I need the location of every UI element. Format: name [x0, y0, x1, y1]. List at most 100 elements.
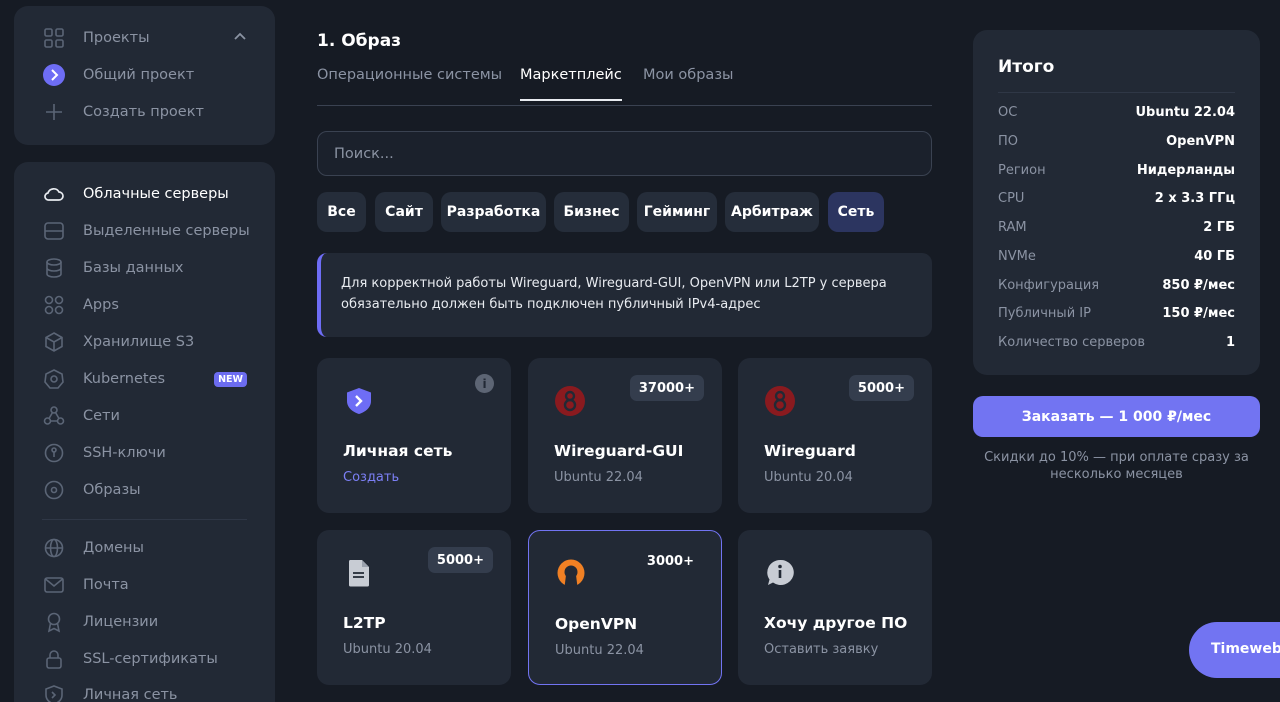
summary-value: 2 ГБ [1203, 219, 1235, 235]
sidebar-item-label: Базы данных [83, 260, 184, 276]
openvpn-icon [555, 558, 587, 590]
card-os: Ubuntu 22.04 [554, 470, 643, 485]
sidebar-item-label: Почта [83, 577, 129, 593]
chevron-up-icon[interactable] [233, 29, 247, 48]
project-current[interactable]: Общий проект [42, 61, 247, 89]
sidebar-item-ssl[interactable]: SSL-сертификаты [42, 645, 247, 673]
key-icon [42, 441, 66, 465]
sidebar-item-label: Образы [83, 482, 141, 498]
sidebar-item-databases[interactable]: Базы данных [42, 254, 247, 282]
summary-key: Регион [998, 162, 1046, 178]
sidebar-item-label: Выделенные серверы [83, 223, 250, 239]
new-badge: NEW [214, 371, 247, 387]
sidebar-item-s3[interactable]: Хранилище S3 [42, 328, 247, 356]
cloud-icon [42, 182, 66, 206]
tab-marketplace[interactable]: Маркетплейс [520, 67, 622, 101]
card-wireguard[interactable]: 5000+ Wireguard Ubuntu 20.04 [738, 358, 932, 513]
sidebar-item-networks[interactable]: Сети [42, 402, 247, 430]
sidebar-item-label: Лицензии [83, 614, 159, 630]
ipv4-notice: Для корректной работы Wireguard, Wiregua… [317, 253, 932, 337]
summary-key: NVMe [998, 248, 1036, 264]
sidebar-item-licenses[interactable]: Лицензии [42, 608, 247, 636]
summary-key: ПО [998, 133, 1019, 149]
project-current-label: Общий проект [83, 67, 195, 83]
card-openvpn[interactable]: 3000+ OpenVPN Ubuntu 22.04 [528, 530, 722, 685]
chip-business[interactable]: Бизнес [554, 192, 629, 232]
summary-row: ПО OpenVPN [998, 131, 1235, 151]
summary-row: ОС Ubuntu 22.04 [998, 102, 1235, 122]
sidebar-item-private-network[interactable]: Личная сеть [42, 681, 247, 702]
sidebar-item-kubernetes[interactable]: Kubernetes NEW [42, 365, 247, 393]
chip-all[interactable]: Все [317, 192, 366, 232]
summary-row: NVMe 40 ГБ [998, 246, 1235, 266]
order-button[interactable]: Заказать — 1 000 ₽/мес [973, 396, 1260, 437]
projects-header[interactable]: Проекты [42, 24, 247, 52]
card-wireguard-gui[interactable]: 37000+ Wireguard-GUI Ubuntu 22.04 [528, 358, 722, 513]
image-tabs: Операционные системы Маркетплейс Мои обр… [317, 64, 932, 106]
chip-development[interactable]: Разработка [441, 192, 546, 232]
chip-arbitrage[interactable]: Арбитраж [725, 192, 819, 232]
chip-site[interactable]: Сайт [375, 192, 433, 232]
search-input[interactable] [317, 131, 932, 176]
sidebar-item-images[interactable]: Образы [42, 476, 247, 504]
card-title: L2TP [343, 614, 386, 632]
leave-request-link[interactable]: Оставить заявку [764, 642, 878, 657]
summary-divider [998, 92, 1235, 93]
award-icon [42, 610, 66, 634]
card-title: Хочу другое ПО [764, 614, 908, 632]
sidebar-item-ssh-keys[interactable]: SSH-ключи [42, 439, 247, 467]
summary-row: RAM 2 ГБ [998, 217, 1235, 237]
network-icon [42, 404, 66, 428]
create-project-button[interactable]: Создать проект [42, 98, 247, 126]
card-os: Ubuntu 20.04 [343, 642, 432, 657]
sidebar-item-label: Kubernetes [83, 371, 166, 387]
page-title: 1. Образ [317, 31, 402, 51]
sidebar-item-label: Личная сеть [83, 687, 178, 702]
card-os: Ubuntu 22.04 [555, 643, 644, 658]
wireguard-icon [764, 385, 796, 417]
timeweb-chat-button[interactable]: TimewebC [1189, 622, 1280, 678]
card-title: Wireguard-GUI [554, 442, 684, 460]
sidebar-item-domains[interactable]: Домены [42, 534, 247, 562]
summary-key: RAM [998, 219, 1027, 235]
sidebar-item-label: Apps [83, 297, 119, 313]
popularity-badge: 5000+ [427, 547, 493, 573]
chip-gaming[interactable]: Гейминг [637, 192, 717, 232]
database-icon [42, 256, 66, 280]
shield-chevron-icon [343, 385, 375, 417]
summary-row: CPU 2 x 3.3 ГГц [998, 188, 1235, 208]
summary-value: OpenVPN [1166, 133, 1235, 149]
sidebar-item-label: SSH-ключи [83, 445, 166, 461]
globe-icon [42, 536, 66, 560]
card-l2tp[interactable]: 5000+ L2TP Ubuntu 20.04 [317, 530, 511, 685]
card-os: Ubuntu 20.04 [764, 470, 853, 485]
summary-row: Количество серверов 1 [998, 332, 1235, 352]
chip-network[interactable]: Сеть [828, 192, 884, 232]
popularity-badge: 5000+ [848, 375, 914, 401]
sidebar-item-cloud-servers[interactable]: Облачные серверы [42, 180, 247, 208]
card-private-network[interactable]: i Личная сеть Создать [317, 358, 511, 513]
summary-value: Нидерланды [1136, 162, 1235, 178]
sidebar-divider [42, 519, 247, 520]
sidebar-item-apps[interactable]: Apps [42, 291, 247, 319]
apps-icon [42, 293, 66, 317]
sidebar-item-dedicated-servers[interactable]: Выделенные серверы [42, 217, 250, 245]
chat-info-icon [764, 557, 796, 589]
discount-note: Скидки до 10% — при оплате сразу за неск… [984, 450, 1249, 482]
create-link[interactable]: Создать [343, 470, 399, 485]
sidebar-item-mail[interactable]: Почта [42, 571, 247, 599]
card-request-software[interactable]: Хочу другое ПО Оставить заявку [738, 530, 932, 685]
summary-value: Ubuntu 22.04 [1135, 104, 1236, 120]
summary-value: 2 x 3.3 ГГц [1154, 190, 1235, 206]
grid-icon [42, 26, 66, 50]
card-title: Личная сеть [343, 442, 453, 460]
info-icon[interactable]: i [475, 374, 494, 393]
tab-operating-systems[interactable]: Операционные системы [317, 67, 502, 99]
card-title: Wireguard [764, 442, 856, 460]
tab-my-images[interactable]: Мои образы [643, 67, 733, 99]
notice-text: Для корректной работы Wireguard, Wiregua… [341, 276, 887, 312]
summary-key: Количество серверов [998, 334, 1146, 350]
disc-icon [42, 478, 66, 502]
lock-icon [42, 647, 66, 671]
sidebar-nav: Облачные серверы Выделенные серверы Базы… [14, 162, 275, 702]
